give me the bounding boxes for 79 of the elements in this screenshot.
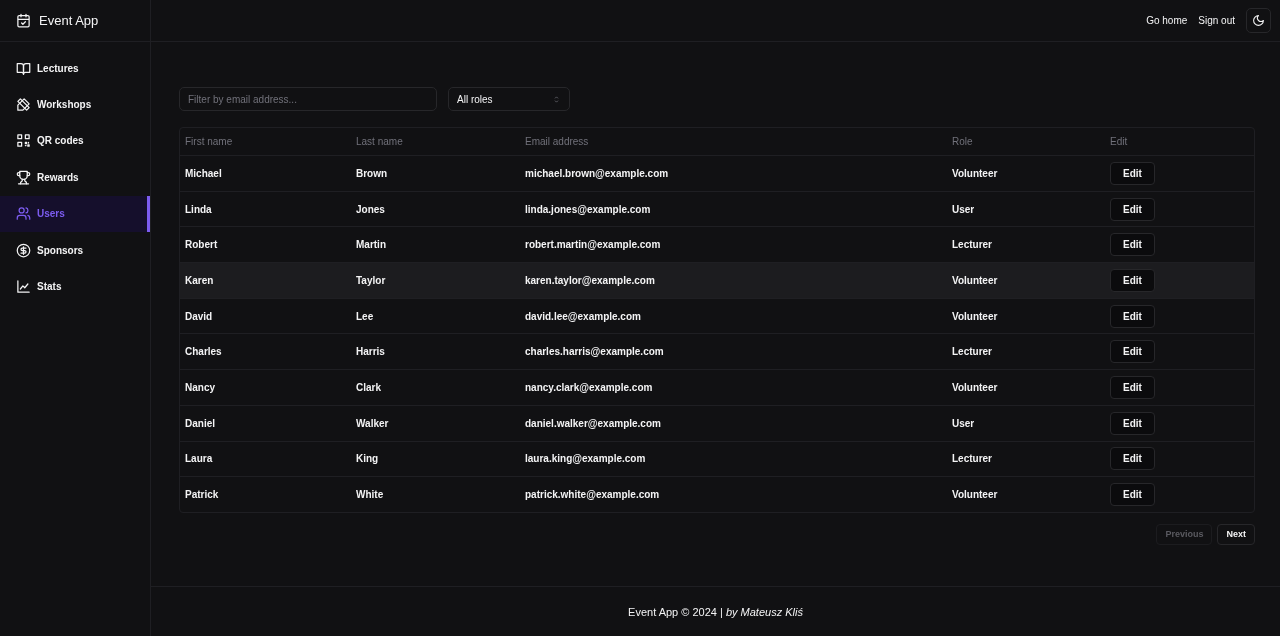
edit-button[interactable]: Edit (1110, 233, 1155, 257)
table-cell: Lecturer (952, 453, 992, 465)
table-cell: Volunteer (952, 489, 998, 501)
table-cell: charles.harris@example.com (525, 346, 664, 358)
column-header: Email address (525, 136, 589, 147)
email-filter-field[interactable]: Filter by email address... (179, 87, 437, 111)
footer-text: Event App © 2024 | by Mateusz Kliś (628, 605, 803, 618)
table-cell: laura.king@example.com (525, 453, 646, 465)
table-cell: Brown (356, 167, 388, 179)
table-cell: Taylor (356, 274, 386, 286)
column-header: First name (185, 136, 233, 147)
table-cell: User (952, 203, 975, 215)
edit-button[interactable]: Edit (1110, 161, 1155, 185)
table-cell: Laura (185, 453, 213, 465)
edit-button[interactable]: Edit (1110, 268, 1155, 292)
trophy-icon (16, 169, 31, 185)
table-cell: Michael (185, 167, 222, 179)
theme-toggle-button[interactable] (1246, 8, 1271, 33)
column-header: Last name (356, 136, 403, 147)
table-cell: White (356, 489, 384, 501)
table-cell: David (185, 310, 213, 322)
table-cell: Harris (356, 346, 385, 358)
table-cell: Volunteer (952, 167, 998, 179)
sidebar-item[interactable]: Sponsors (0, 231, 150, 269)
table-cell: Robert (185, 239, 218, 251)
column-header: Edit (1110, 136, 1128, 147)
pencil-ruler-icon (16, 97, 31, 113)
column-header: Role (952, 136, 973, 147)
table-cell: patrick.white@example.com (525, 489, 660, 501)
table-cell: michael.brown@example.com (525, 167, 669, 179)
sidebar-item[interactable]: Users (0, 195, 150, 232)
sidebar-item[interactable]: QR codes (0, 122, 150, 160)
table-cell: Charles (185, 346, 222, 358)
sidebar-item[interactable]: Workshops (0, 86, 150, 123)
table-cell: Clark (356, 381, 381, 393)
table-cell: Volunteer (952, 310, 998, 322)
sidebar-item[interactable]: Rewards (0, 159, 150, 196)
table-cell: Lecturer (952, 239, 992, 251)
table-cell: Volunteer (952, 381, 998, 393)
role-select[interactable]: All roles (448, 87, 570, 111)
table-cell: Linda (185, 203, 212, 215)
sidebar-item[interactable]: Stats (0, 268, 150, 305)
users-icon (16, 206, 31, 222)
line-chart-icon (16, 279, 31, 295)
edit-button[interactable]: Edit (1110, 375, 1155, 399)
table-cell: Patrick (185, 489, 219, 501)
header-link[interactable]: Sign out (1198, 15, 1235, 26)
chevrons-up-down-icon (552, 94, 561, 104)
qr-code-icon (16, 133, 31, 149)
table-cell: King (356, 453, 379, 465)
table-cell: Lee (356, 310, 374, 322)
sidebar-item[interactable]: Lectures (0, 50, 150, 87)
table-cell: daniel.walker@example.com (525, 417, 661, 429)
table-cell: nancy.clark@example.com (525, 381, 653, 393)
table-cell: Lecturer (952, 346, 992, 358)
edit-button[interactable]: Edit (1110, 304, 1155, 328)
header-link[interactable]: Go home (1146, 15, 1188, 26)
table-cell: User (952, 417, 975, 429)
edit-button[interactable]: Edit (1110, 483, 1155, 507)
table-cell: Martin (356, 239, 386, 251)
table-cell: Volunteer (952, 274, 998, 286)
table-cell: david.lee@example.com (525, 310, 641, 322)
edit-button[interactable]: Edit (1110, 340, 1155, 364)
table-cell: Walker (356, 417, 389, 429)
table-cell: linda.jones@example.com (525, 203, 651, 215)
edit-button[interactable]: Edit (1110, 447, 1155, 471)
table-cell: Jones (356, 203, 385, 215)
edit-button[interactable]: Edit (1110, 411, 1155, 435)
table-cell: Daniel (185, 417, 215, 429)
table-cell: robert.martin@example.com (525, 239, 661, 251)
table-cell: karen.taylor@example.com (525, 274, 655, 286)
calendar-check-icon (16, 13, 31, 28)
table-cell: Karen (185, 274, 214, 286)
book-icon (16, 60, 31, 76)
edit-button[interactable]: Edit (1110, 197, 1155, 221)
app-title: Event App (39, 13, 99, 28)
pagination-button[interactable]: Next (1217, 523, 1255, 545)
moon-icon (1252, 14, 1265, 27)
table-cell: Nancy (185, 381, 215, 393)
